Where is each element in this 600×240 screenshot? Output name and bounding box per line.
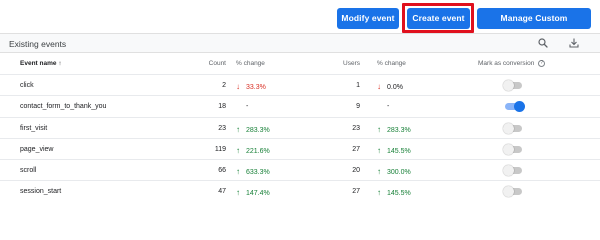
users-change: ↑ 300.0% (377, 167, 411, 176)
count-change: - (236, 103, 248, 110)
event-users: 27 (352, 188, 360, 196)
conversion-toggle[interactable] (503, 186, 522, 198)
event-name[interactable]: page_view (20, 146, 53, 153)
download-icon[interactable] (568, 37, 580, 49)
count-change-value: - (246, 103, 249, 111)
trend-arrow-icon: ↑ (236, 188, 240, 198)
users-change-value: 145.5% (387, 147, 411, 155)
table-row: page_view 119 ↑ 221.6% 27 ↑ 145.5% (0, 137, 600, 159)
event-users: 1 (356, 82, 360, 89)
trend-arrow-icon: ↑ (377, 167, 381, 177)
event-count: 47 (218, 188, 226, 196)
count-change: ↑ 633.3% (236, 167, 270, 176)
trend-arrow-icon: ↑ (377, 188, 381, 198)
trend-arrow-icon: ↑ (236, 124, 240, 134)
users-change-value: 145.5% (387, 190, 411, 198)
toggle-knob (503, 186, 514, 198)
table-row: contact_form_to_thank_you 18 - 9 - (0, 95, 600, 116)
event-name[interactable]: session_start (20, 188, 61, 195)
event-name[interactable]: first_visit (20, 125, 47, 132)
count-change-value: 283.3% (246, 126, 270, 134)
trend-arrow-icon: ↑ (236, 167, 240, 177)
trend-arrow-icon: ↑ (377, 124, 381, 134)
users-change-value: 0.0% (387, 84, 403, 91)
conversion-toggle[interactable] (503, 80, 522, 91)
table-row: session_start 47 ↑ 147.4% 27 ↑ 145.5% (0, 180, 600, 201)
top-toolbar: Modify event Create event Manage Custom … (0, 0, 600, 44)
event-name[interactable]: click (20, 82, 34, 89)
event-name[interactable]: contact_form_to_thank_you (20, 103, 106, 110)
event-count: 119 (214, 145, 226, 153)
column-event-name[interactable]: Event name ↑ (20, 60, 62, 67)
count-change: ↑ 283.3% (236, 125, 270, 134)
users-change-value: 283.3% (387, 126, 411, 134)
count-change-value: 221.6% (246, 147, 270, 155)
count-change-value: 147.4% (246, 190, 270, 198)
column-headers: Event name ↑ Count % change Users % chan… (0, 57, 600, 73)
users-change: ↑ 283.3% (377, 125, 411, 134)
count-change-value: 33.3% (246, 84, 266, 91)
table-row: scroll 66 ↑ 633.3% 20 ↑ 300.0% (0, 159, 600, 180)
conversion-toggle[interactable] (503, 165, 522, 177)
help-icon[interactable]: ? (538, 60, 546, 67)
users-change: ↑ 145.5% (377, 146, 411, 155)
users-change-value: - (387, 103, 390, 111)
highlight-box (402, 3, 474, 33)
toggle-knob (514, 101, 525, 113)
trend-arrow-icon: ↓ (236, 82, 240, 91)
count-change: ↑ 147.4% (236, 188, 270, 197)
event-count: 23 (218, 124, 226, 132)
events-table-body: click 2 ↓ 33.3% 1 ↓ 0.0% contact_form_to_t… (0, 74, 600, 202)
column-count[interactable]: Count (186, 60, 226, 67)
toggle-knob (503, 143, 514, 155)
users-change: ↑ 145.5% (377, 188, 411, 197)
users-change: - (377, 103, 389, 110)
event-count: 66 (218, 167, 226, 175)
toggle-knob (503, 165, 514, 177)
count-change-value: 633.3% (246, 169, 270, 177)
event-users: 9 (356, 103, 360, 111)
event-count: 2 (222, 82, 226, 89)
users-change-value: 300.0% (387, 169, 411, 177)
trend-arrow-icon: ↑ (236, 145, 240, 155)
trend-arrow-icon: ↑ (377, 145, 381, 155)
column-conversion: Mark as conversion ? (478, 60, 546, 68)
event-users: 23 (352, 124, 360, 132)
conversion-toggle[interactable] (505, 101, 525, 113)
manage-custom-definitions-button[interactable]: Manage Custom Definitions (477, 8, 591, 44)
trend-arrow-icon: ↓ (377, 82, 381, 91)
card-title: Existing events (9, 39, 67, 49)
event-name[interactable]: scroll (20, 167, 36, 174)
conversion-toggle[interactable] (503, 143, 522, 155)
table-row: click 2 ↓ 33.3% 1 ↓ 0.0% (0, 74, 600, 95)
table-row: first_visit 23 ↑ 283.3% 23 ↑ 283.3% (0, 116, 600, 138)
column-users-change[interactable]: % change (377, 60, 406, 67)
sort-arrow-icon: ↑ (58, 60, 62, 67)
event-count: 18 (218, 103, 226, 111)
column-conversion-label: Mark as conversion (478, 60, 535, 68)
search-icon[interactable] (537, 37, 549, 49)
column-event-name-label: Event name (20, 60, 57, 67)
event-users: 27 (352, 145, 360, 153)
conversion-toggle[interactable] (503, 122, 522, 134)
users-change: ↓ 0.0% (377, 82, 403, 91)
toggle-knob (503, 80, 514, 91)
modify-event-button[interactable]: Modify event (337, 8, 399, 29)
count-change: ↓ 33.3% (236, 82, 266, 91)
event-users: 20 (352, 167, 360, 175)
column-users[interactable]: Users (330, 60, 360, 67)
toggle-knob (503, 122, 514, 134)
count-change: ↑ 221.6% (236, 146, 270, 155)
card-header: Existing events (0, 34, 600, 53)
existing-events-card: Existing events Event name ↑ Count % cha… (0, 33, 600, 202)
column-count-change[interactable]: % change (236, 60, 265, 67)
